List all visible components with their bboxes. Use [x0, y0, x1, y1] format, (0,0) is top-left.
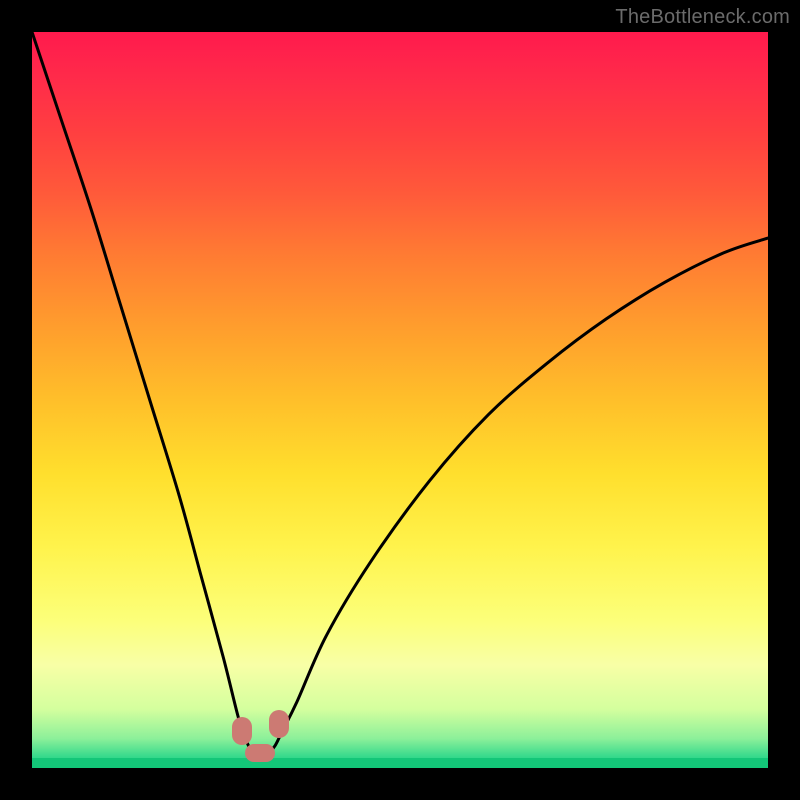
outer-frame: TheBottleneck.com: [0, 0, 800, 800]
marker-min-right: [269, 710, 289, 738]
marker-min-mid: [245, 744, 275, 762]
marker-min-left: [232, 717, 252, 745]
bottleneck-curve: [32, 32, 768, 768]
plot-area: [32, 32, 768, 768]
watermark-text: TheBottleneck.com: [615, 6, 790, 29]
